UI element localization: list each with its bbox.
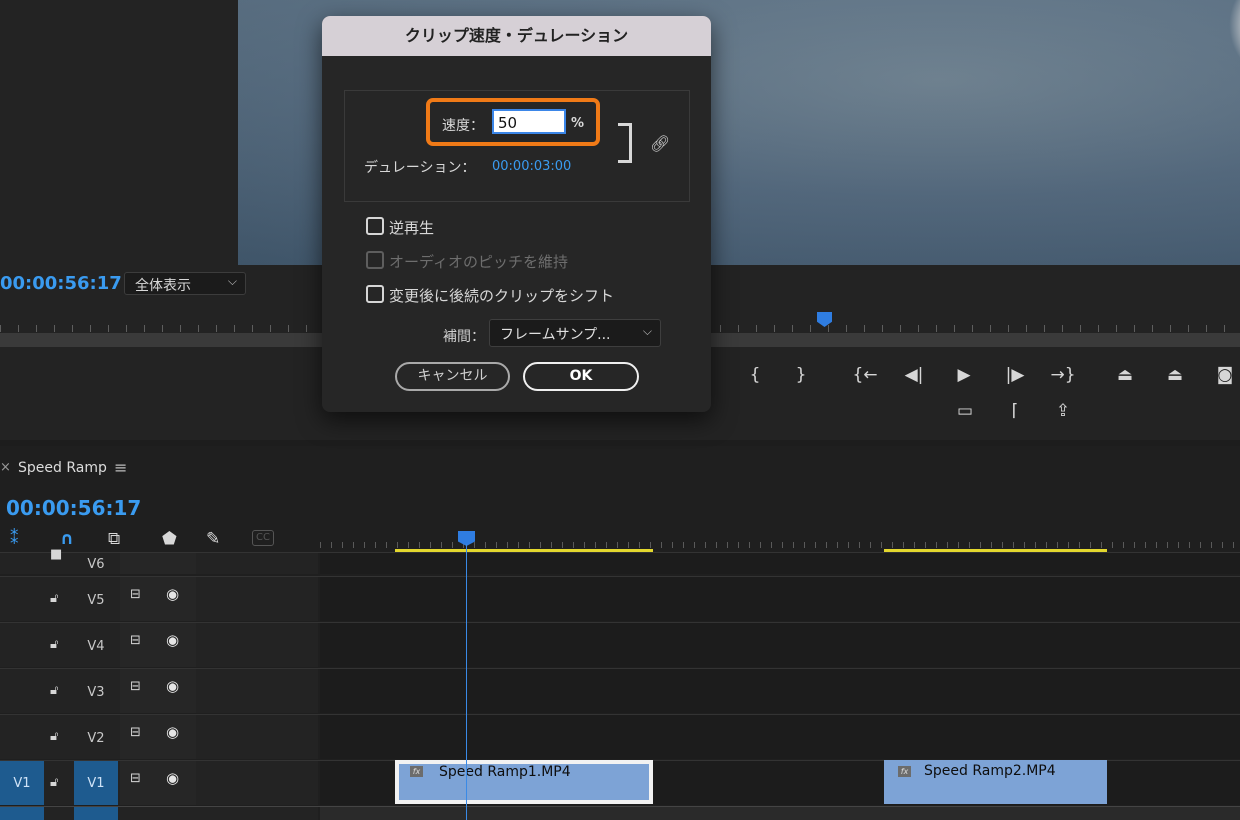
track-header [0, 807, 318, 820]
lock-icon[interactable]: 🔓︎ [50, 591, 58, 606]
sync-lock-icon[interactable]: ⊟ [130, 587, 141, 602]
reverse-speed-checkbox[interactable] [366, 217, 384, 235]
go-to-out-icon[interactable]: →} [1048, 362, 1078, 388]
lift-icon[interactable]: ⏏ [1110, 362, 1140, 388]
program-timecode[interactable]: 00:00:56:17 [0, 273, 122, 294]
fx-badge-icon: fx [410, 766, 423, 777]
eye-icon[interactable]: ◉ [166, 631, 179, 649]
track-lane[interactable] [320, 715, 1240, 759]
timeline-clip[interactable]: fx Speed Ramp1.MP4 [395, 760, 653, 804]
interpolation-select[interactable]: フレームサンプ... ⌵ [489, 319, 661, 347]
chevron-down-icon: ⌵ [227, 274, 237, 288]
eye-icon[interactable]: ◉ [166, 769, 179, 787]
play-icon[interactable]: ▶ [949, 362, 979, 388]
sync-lock-icon[interactable]: ⊟ [130, 679, 141, 694]
camera-icon[interactable]: ◙ [1210, 362, 1240, 388]
mark-out-icon[interactable]: } [786, 362, 816, 388]
reverse-speed-label: 逆再生 [389, 219, 435, 237]
safe-margins-icon[interactable]: ▭ [950, 398, 980, 424]
nest-sequence-icon[interactable]: ⁑ [10, 528, 19, 550]
clip-name: Speed Ramp1.MP4 [439, 764, 571, 780]
captions-icon[interactable]: CC [252, 530, 274, 546]
lock-icon[interactable]: 🔓︎ [50, 637, 58, 652]
track-header: ■ V6 [0, 547, 318, 574]
export-frame-icon[interactable]: ⇪ [1048, 398, 1078, 424]
track-lane[interactable] [320, 623, 1240, 667]
add-marker-icon[interactable]: ⬟ [162, 528, 177, 550]
clip-name: Speed Ramp2.MP4 [924, 763, 1056, 779]
extract-icon[interactable]: ⏏ [1160, 362, 1190, 388]
track-target-v1[interactable]: V1 [74, 761, 118, 805]
chevron-down-icon: ⌵ [642, 324, 652, 338]
track-lane[interactable] [320, 553, 1240, 574]
step-forward-icon[interactable]: |▶ [1000, 362, 1030, 388]
lock-icon[interactable]: 🔓︎ [50, 775, 58, 790]
source-patch-a1[interactable] [0, 807, 44, 820]
track-v2: 🔓︎ V2 ⊟ ◉ [0, 714, 1240, 759]
timeline-clip[interactable]: fx Speed Ramp2.MP4 [884, 760, 1107, 804]
track-lane[interactable] [320, 577, 1240, 621]
duration-label: デュレーション： [364, 160, 476, 176]
track-v6: ■ V6 [0, 547, 1240, 574]
timeline-panel: × Speed Ramp ≡ 00:00:56:17 ⁑ ∩ ⧉ ⬟ ✎ CC … [0, 446, 1240, 820]
mark-in-icon[interactable]: { [740, 362, 770, 388]
maintain-pitch-checkbox[interactable] [366, 251, 384, 269]
track-header: V1 🔓︎ V1 ⊟ ◉ [0, 761, 318, 805]
sync-lock-icon[interactable]: ⊟ [130, 633, 141, 648]
ripple-edit-checkbox[interactable] [366, 285, 384, 303]
ripple-edit-label: 変更後に後続のクリップをシフト [389, 287, 615, 305]
zoom-level-value: 全体表示 [135, 278, 191, 294]
track-v3: 🔓︎ V3 ⊟ ◉ [0, 668, 1240, 713]
panel-menu-icon[interactable]: ≡ [114, 458, 127, 477]
dialog-title[interactable]: クリップ速度・デュレーション [322, 16, 711, 56]
wrench-icon[interactable]: ✎ [206, 528, 220, 550]
step-back-icon[interactable]: ◀| [899, 362, 929, 388]
lock-icon[interactable]: 🔓︎ [50, 683, 58, 698]
eye-icon[interactable]: ◉ [166, 723, 179, 741]
track-controls-strip [120, 553, 196, 574]
link-icon[interactable]: 🔗︎ [650, 134, 670, 153]
clip-speed-duration-dialog: クリップ速度・デュレーション 速度： 50 % デュレーション： 00:00:0… [322, 16, 711, 412]
eye-icon[interactable]: ◉ [166, 677, 179, 695]
cancel-button[interactable]: キャンセル [395, 362, 510, 391]
comparison-view-icon[interactable]: ⌈ [1000, 398, 1030, 424]
track-header: 🔓︎ V5 ⊟ ◉ [0, 577, 318, 621]
track-v5: 🔓︎ V5 ⊟ ◉ [0, 576, 1240, 621]
track-target-a1[interactable] [74, 807, 118, 820]
playhead-line [466, 544, 467, 820]
interpolation-label: 補間： [443, 329, 485, 345]
track-v4: 🔓︎ V4 ⊟ ◉ [0, 622, 1240, 667]
lock-icon[interactable]: 🔓︎ [50, 729, 58, 744]
eye-icon[interactable]: ◉ [166, 585, 179, 603]
interpolation-value: フレームサンプ... [500, 327, 611, 343]
source-patch-v1[interactable]: V1 [0, 761, 44, 805]
zoom-level-select[interactable]: 全体表示 ⌵ [124, 272, 246, 295]
maintain-pitch-label: オーディオのピッチを維持 [389, 253, 568, 271]
lock-icon[interactable]: ■ [50, 547, 62, 562]
track-name[interactable]: V6 [74, 557, 118, 578]
fx-badge-icon: fx [898, 766, 911, 777]
track-header: 🔓︎ V3 ⊟ ◉ [0, 669, 318, 713]
timeline-timecode[interactable]: 00:00:56:17 [6, 496, 141, 520]
sequence-tab[interactable]: Speed Ramp [18, 460, 107, 476]
track-lane[interactable] [320, 807, 1240, 820]
track-a1 [0, 806, 1240, 820]
link-bracket [618, 123, 632, 163]
linked-selection-icon[interactable]: ⧉ [108, 528, 120, 550]
sync-lock-icon[interactable]: ⊟ [130, 725, 141, 740]
track-header: 🔓︎ V2 ⊟ ◉ [0, 715, 318, 759]
track-lane[interactable] [320, 669, 1240, 713]
speed-highlight-box [426, 98, 600, 146]
ok-button[interactable]: OK [523, 362, 639, 391]
go-to-in-icon[interactable]: {← [850, 362, 880, 388]
sync-lock-icon[interactable]: ⊟ [130, 771, 141, 786]
track-header: 🔓︎ V4 ⊟ ◉ [0, 623, 318, 667]
duration-value[interactable]: 00:00:03:00 [492, 159, 571, 174]
close-icon[interactable]: × [0, 460, 11, 475]
